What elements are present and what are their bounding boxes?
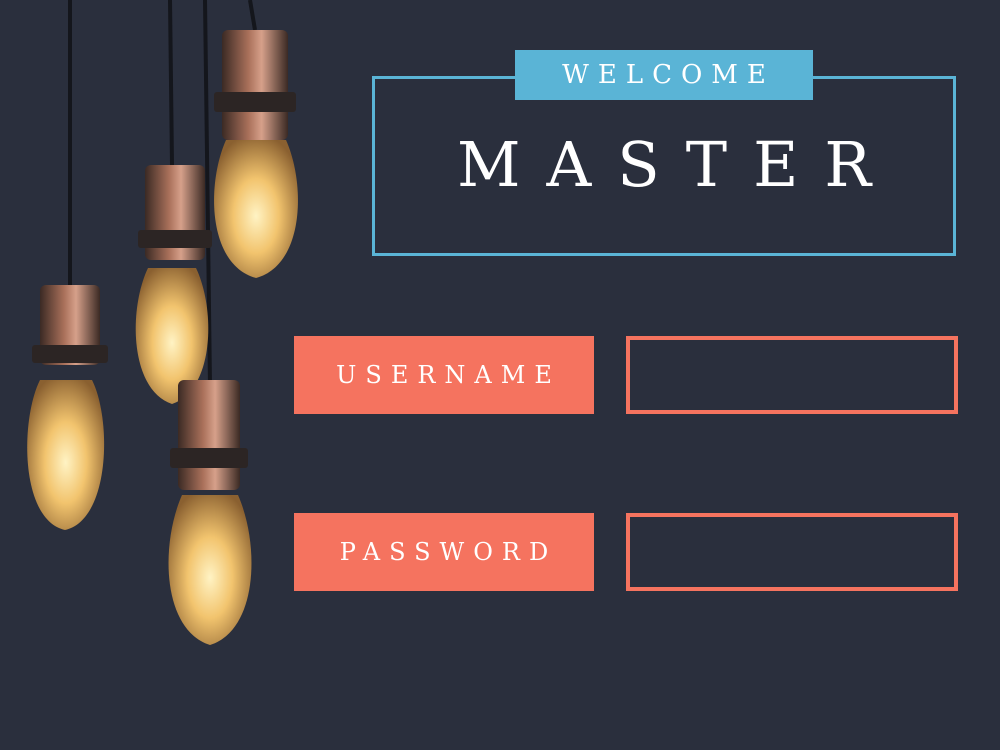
page-title: MASTER <box>456 128 898 201</box>
password-label: PASSWORD <box>294 513 594 591</box>
hanging-bulbs-illustration <box>27 0 298 645</box>
bulb-left <box>27 285 108 530</box>
welcome-label: WELCOME <box>515 50 813 100</box>
bulb-middle <box>135 165 212 404</box>
username-input[interactable] <box>626 336 958 414</box>
bulb-front <box>168 380 252 645</box>
password-input[interactable] <box>626 513 958 591</box>
username-label: USERNAME <box>294 336 594 414</box>
bulb-top-right <box>214 30 298 278</box>
